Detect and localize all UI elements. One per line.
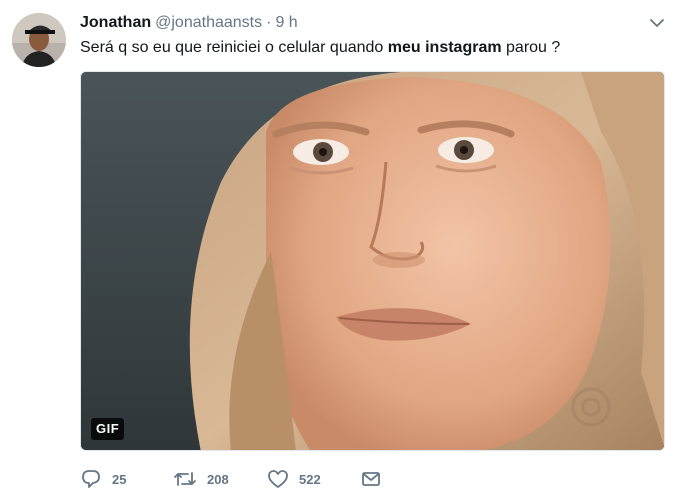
retweet-button[interactable]: 208 [173, 467, 229, 491]
heart-icon [267, 468, 289, 490]
tweet-text-part: Será q so eu que reiniciei o celular qua… [80, 39, 388, 56]
reply-button[interactable]: 25 [80, 467, 126, 491]
tweet-text-bold: meu instagram [387, 39, 502, 56]
like-button[interactable]: 522 [267, 467, 321, 491]
retweet-count: 208 [207, 471, 229, 487]
like-count: 522 [299, 471, 321, 487]
retweet-icon [173, 468, 197, 490]
tweet-text-end: parou ? [501, 39, 561, 56]
tweet-timestamp[interactable]: 9 h [275, 14, 297, 31]
author-name[interactable]: Jonathan [80, 14, 151, 31]
gif-badge: GIF [91, 418, 125, 440]
reply-icon [80, 468, 102, 490]
separator-dot: · [266, 14, 272, 31]
chevron-down-icon[interactable] [648, 14, 666, 32]
envelope-icon [360, 468, 382, 490]
tweet-header: Jonathan @jonathaansts · 9 h [80, 12, 298, 34]
gif-media[interactable]: GIF [80, 71, 665, 451]
avatar[interactable] [12, 13, 66, 67]
tweet-text: Será q so eu que reiniciei o celular qua… [80, 36, 560, 60]
gif-image [81, 72, 664, 450]
direct-message-button[interactable] [360, 467, 382, 491]
tweet[interactable]: Jonathan @jonathaansts · 9 h Será q so eu q… [0, 0, 680, 497]
reply-count: 25 [112, 471, 127, 487]
author-handle[interactable]: @jonathaansts [155, 14, 262, 31]
